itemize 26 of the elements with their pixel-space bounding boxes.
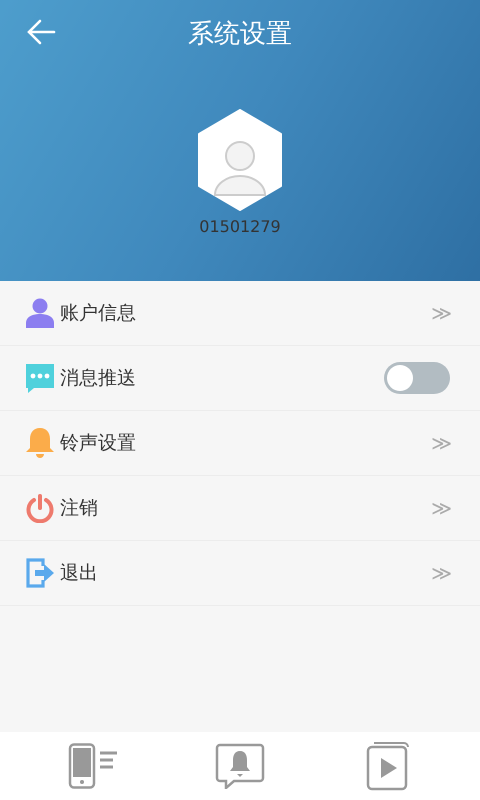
- toggle-switch[interactable]: [384, 362, 450, 394]
- settings-row[interactable]: 账户信息 ≫: [0, 281, 480, 346]
- bell-message-icon[interactable]: [214, 743, 265, 789]
- settings-row[interactable]: 消息推送: [0, 346, 480, 411]
- settings-row[interactable]: 铃声设置 ≫: [0, 411, 480, 476]
- bell-icon: [26, 428, 54, 458]
- phone-list-icon[interactable]: [68, 743, 118, 789]
- double-chevron: ≫: [431, 301, 452, 325]
- settings-row[interactable]: 退出 ≫: [0, 541, 480, 606]
- person-icon: [26, 298, 54, 328]
- account-number: 01501279: [199, 217, 281, 236]
- row-label: 铃声设置: [60, 431, 137, 456]
- double-chevron: ≫: [431, 496, 452, 520]
- row-label: 注销: [60, 496, 99, 521]
- page-title: 系统设置: [188, 18, 292, 50]
- row-label: 消息推送: [60, 366, 137, 391]
- back-arrow-icon[interactable]: [26, 19, 56, 45]
- avatar-icon[interactable]: [198, 109, 282, 211]
- settings-row[interactable]: 注销 ≫: [0, 476, 480, 541]
- exit-icon: [26, 558, 54, 588]
- row-label: 账户信息: [60, 301, 137, 326]
- double-chevron: ≫: [431, 431, 452, 455]
- double-chevron: ≫: [431, 561, 452, 585]
- row-label: 退出: [60, 561, 99, 586]
- power-icon: [26, 494, 54, 522]
- chat-bubble-icon: [26, 364, 54, 392]
